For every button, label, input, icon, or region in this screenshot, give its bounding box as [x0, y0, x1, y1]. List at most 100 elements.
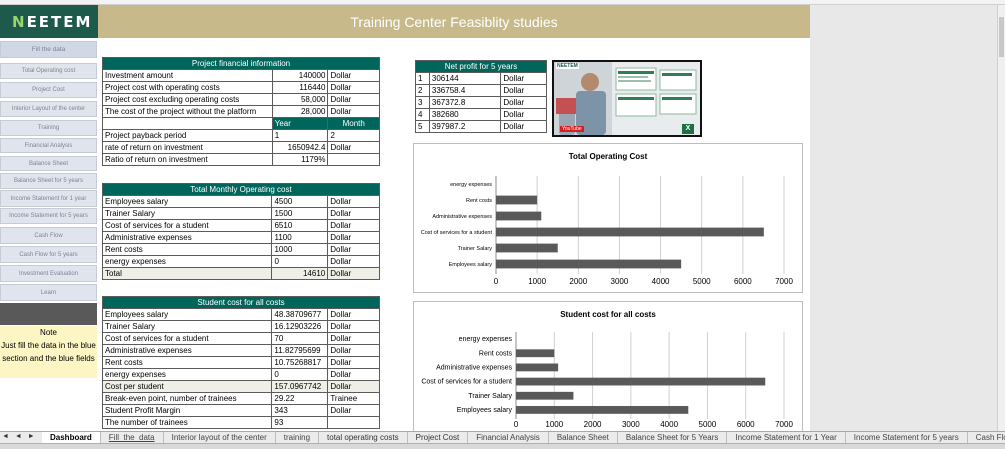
tab-income-5y[interactable]: Income Statement for 5 years [846, 432, 968, 443]
unit-cell[interactable]: Dollar [500, 84, 547, 97]
cell-value[interactable]: 93 [271, 416, 329, 429]
cell-unit[interactable]: Dollar [327, 81, 380, 94]
sidebar-item-income-1y[interactable]: Income Statement for 1 year [0, 190, 97, 207]
sidebar-item-project-cost[interactable]: Project Cost [0, 82, 97, 98]
sidebar-item-fill-data[interactable]: Fill the data [0, 41, 97, 58]
cell-unit[interactable]: Dollar [327, 231, 380, 244]
profit-cell[interactable]: 306144 [428, 72, 502, 85]
profit-cell[interactable]: 336758.4 [428, 84, 502, 97]
cell-label[interactable]: Employees salary [101, 195, 273, 208]
total-label[interactable]: Total [101, 267, 273, 280]
cell-label[interactable]: Project cost with operating costs [102, 81, 273, 94]
cell-label[interactable]: Investment amount [102, 69, 273, 82]
cell-label[interactable]: Break-even point, number of trainees [101, 392, 273, 405]
video-thumbnail[interactable]: NEETEM YouTube X [552, 60, 702, 137]
cell-value[interactable]: 1500 [271, 207, 329, 220]
cell-label[interactable]: Project payback period [102, 129, 273, 142]
sidebar-item-income-5y[interactable]: Income Statement for 5 years [0, 208, 97, 224]
per-student-value[interactable]: 157.0967742 [271, 380, 329, 393]
cell-unit[interactable]: Dollar [327, 219, 380, 232]
cell-unit[interactable] [327, 416, 380, 429]
cell-label[interactable]: Cost of services for a student [101, 219, 273, 232]
profit-cell[interactable]: 367372.8 [428, 96, 502, 109]
cell-label[interactable]: Rent costs [101, 243, 273, 256]
month-header[interactable]: Month [327, 117, 380, 130]
cell-value[interactable]: 1179% [271, 153, 329, 166]
cell-value[interactable]: 140000 [271, 69, 329, 82]
per-student-label[interactable]: Cost per student [101, 380, 273, 393]
vertical-scrollbar[interactable] [997, 5, 1005, 431]
cell-value[interactable]: 0 [271, 368, 329, 381]
cell-label[interactable]: Trainer Salary [101, 207, 273, 220]
cell-value[interactable]: 29.22 [271, 392, 329, 405]
cell-unit[interactable]: Dollar [327, 141, 380, 154]
cell-unit[interactable]: Dollar [327, 356, 380, 369]
cell-unit[interactable]: Dollar [327, 344, 380, 357]
cell-value[interactable]: 4500 [271, 195, 329, 208]
tab-balance-sheet-5y[interactable]: Balance Sheet for 5 Years [618, 432, 728, 443]
year-cell[interactable]: 4 [415, 108, 430, 121]
per-student-unit[interactable]: Dollar [327, 380, 380, 393]
unit-cell[interactable]: Dollar [500, 72, 547, 85]
cell-unit[interactable]: Dollar [327, 320, 380, 333]
year-cell[interactable]: 3 [415, 96, 430, 109]
cell-label[interactable]: rate of return on investment [102, 141, 273, 154]
cell-unit[interactable]: Dollar [327, 368, 380, 381]
sidebar-item-operating-cost[interactable]: Total Operating cost [0, 63, 97, 79]
year-header[interactable]: Year [271, 117, 329, 130]
cell-label[interactable]: Ratio of return on investment [102, 153, 273, 166]
cell-value[interactable]: 0 [271, 255, 329, 268]
cell-label[interactable]: The cost of the project without the plat… [102, 105, 273, 118]
sidebar-item-balance-sheet-5y[interactable]: Balance Sheet for 5 years [0, 173, 97, 189]
cell-unit[interactable]: Dollar [327, 207, 380, 220]
cell-unit[interactable]: Dollar [327, 255, 380, 268]
total-value[interactable]: 14610 [271, 267, 329, 280]
cell-unit[interactable]: Dollar [327, 332, 380, 345]
cell-empty[interactable] [102, 117, 273, 130]
payback-month[interactable]: 2 [327, 129, 380, 142]
tab-dashboard[interactable]: Dashboard [42, 432, 101, 443]
cell-unit[interactable]: Dollar [327, 105, 380, 118]
cell-value[interactable]: 28,000 [271, 105, 329, 118]
cell-value[interactable]: 48.38709677 [271, 308, 329, 321]
year-cell[interactable]: 5 [415, 120, 430, 133]
sidebar-item-cash-flow[interactable]: Cash Flow [0, 227, 97, 244]
cell-value[interactable]: 16.12903226 [271, 320, 329, 333]
cell-unit[interactable]: Dollar [327, 69, 380, 82]
cell-value[interactable]: 6510 [271, 219, 329, 232]
cell-unit[interactable]: Trainee [327, 392, 380, 405]
payback-year[interactable]: 1 [271, 129, 329, 142]
cell-value[interactable]: 11.82795699 [271, 344, 329, 357]
tab-income-1y[interactable]: Income Statement for 1 Year [727, 432, 846, 443]
scrollbar-thumb[interactable] [999, 17, 1004, 57]
unit-cell[interactable]: Dollar [500, 120, 547, 133]
cell-value[interactable]: 116440 [271, 81, 329, 94]
cell-label[interactable]: energy expenses [101, 255, 273, 268]
tab-training[interactable]: training [276, 432, 320, 443]
cell-label[interactable]: Administrative expenses [101, 231, 273, 244]
sidebar-item-learn[interactable]: Learn [0, 284, 97, 301]
sidebar-item-financial-analysis[interactable]: Financial Analysis [0, 138, 97, 153]
cell-unit[interactable]: Dollar [327, 243, 380, 256]
sidebar-item-balance-sheet[interactable]: Balance Sheet [0, 156, 97, 171]
cell-value[interactable]: 1650942.4 [271, 141, 329, 154]
unit-cell[interactable]: Dollar [500, 96, 547, 109]
year-cell[interactable]: 2 [415, 84, 430, 97]
cell-unit[interactable]: Dollar [327, 195, 380, 208]
tab-total-operating-costs[interactable]: total operating costs [319, 432, 408, 443]
cell-value[interactable]: 1000 [271, 243, 329, 256]
sidebar-item-interior-layout[interactable]: Interior Layout of the center [0, 101, 97, 117]
tab-cash-flow[interactable]: Cash Flo [968, 432, 1005, 443]
profit-cell[interactable]: 382680 [428, 108, 502, 121]
tab-financial-analysis[interactable]: Financial Analysis [468, 432, 549, 443]
tab-fill-the-data[interactable]: Fill_the_data [101, 432, 164, 443]
tab-balance-sheet[interactable]: Balance Sheet [549, 432, 618, 443]
cell-value[interactable]: 343 [271, 404, 329, 417]
cell-label[interactable]: The number of trainees [101, 416, 273, 429]
cell-empty[interactable] [327, 153, 380, 166]
tab-project-cost[interactable]: Project Cost [408, 432, 469, 443]
cell-unit[interactable]: Dollar [327, 308, 380, 321]
sidebar-item-cash-flow-5y[interactable]: Cash Flow for 5 years [0, 246, 97, 263]
cell-label[interactable]: Rent costs [101, 356, 273, 369]
cell-unit[interactable]: Dollar [327, 404, 380, 417]
